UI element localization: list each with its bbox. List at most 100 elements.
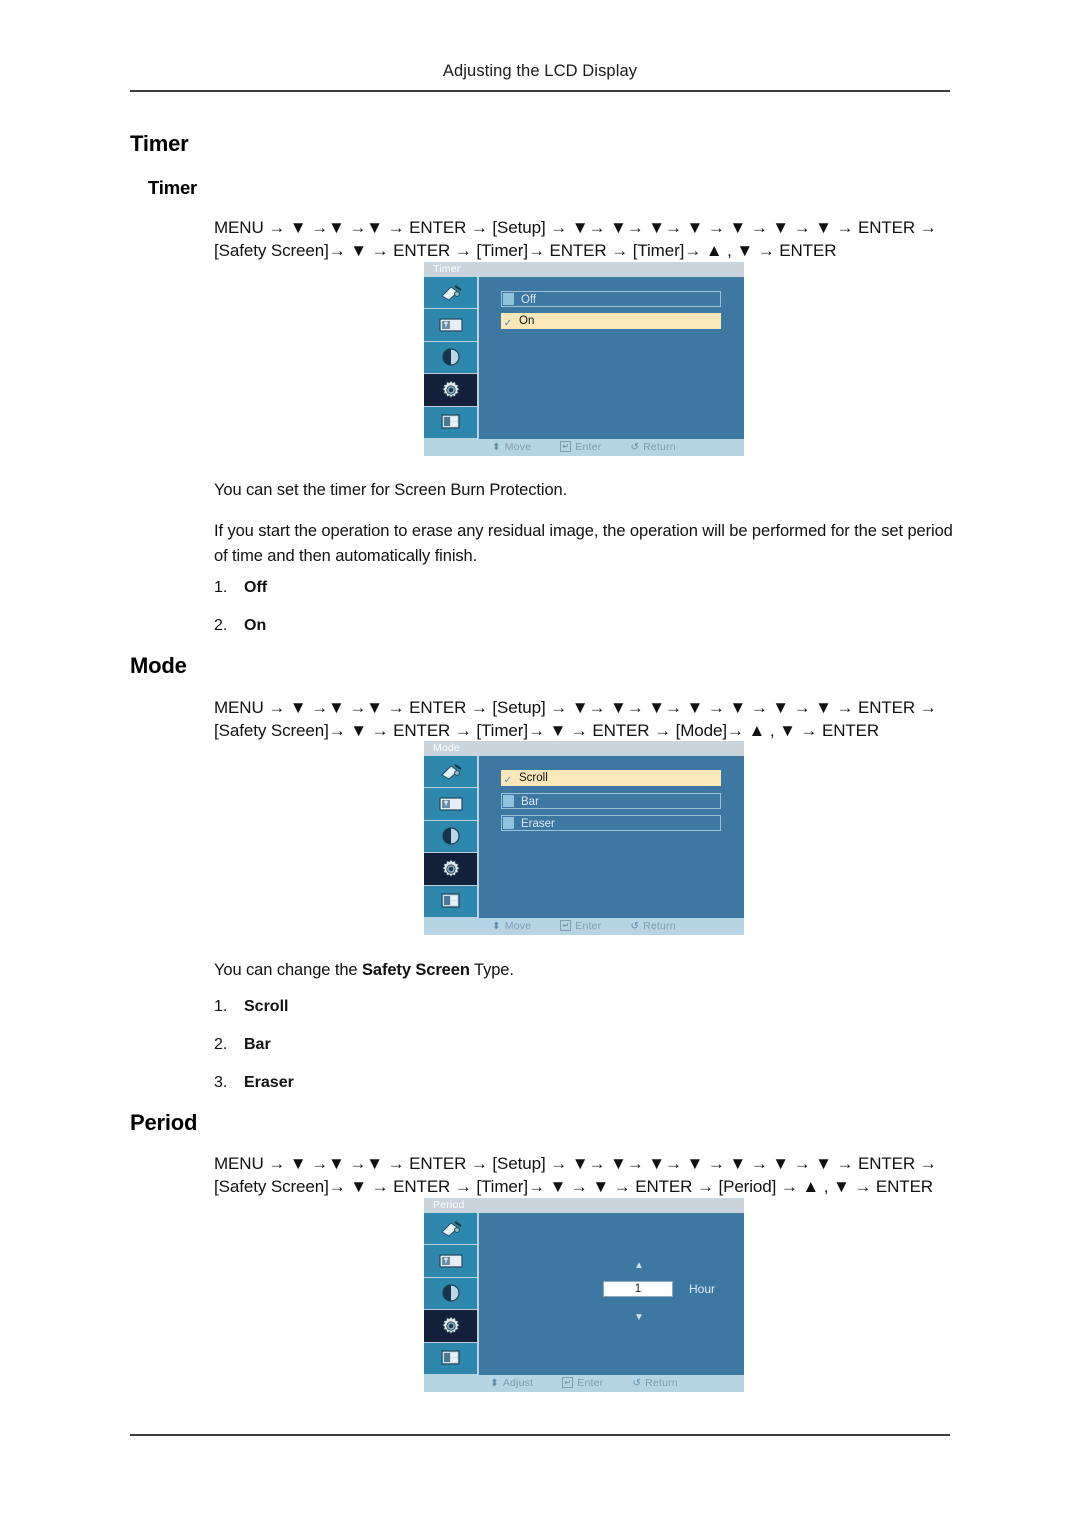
osd-footer-move: ⬍ Move	[492, 918, 531, 935]
nav-path-line-2: [Safety Screen]→ ▼ → ENTER → [Timer]→ ▼ …	[214, 1177, 933, 1196]
osd-footer: ⬍ Move ↵ Enter ↺ Return	[424, 439, 744, 456]
paragraph-bold-term: Safety Screen	[361, 961, 470, 979]
option-list-timer: 1. Off 2. On	[214, 578, 614, 654]
paragraph-timer-1: You can set the timer for Screen Burn Pr…	[214, 481, 568, 499]
osd-body: ✓ Scroll Bar Eraser	[481, 756, 744, 918]
picture-icon[interactable]	[424, 309, 477, 342]
move-arrows-icon: ⬍	[492, 921, 501, 932]
nav-path-line-2: [Safety Screen]→ ▼ → ENTER → [Timer]→ EN…	[214, 241, 837, 260]
picture-icon[interactable]	[424, 1245, 477, 1278]
osd-footer-label: Enter	[577, 1377, 604, 1389]
list-item-number: 2.	[214, 617, 228, 634]
return-icon: ↺	[630, 442, 640, 453]
enter-key-icon: ↵	[562, 1377, 574, 1388]
picture-icon[interactable]	[424, 788, 477, 821]
move-arrows-icon: ⬍	[492, 442, 501, 453]
osd-option-label: Scroll	[519, 772, 548, 784]
list-item: 3. Eraser	[214, 1073, 614, 1092]
list-item-number: 3.	[214, 1074, 228, 1091]
multi-control-icon[interactable]	[424, 885, 477, 918]
multi-control-icon[interactable]	[424, 406, 477, 439]
nav-path-line-1: MENU → ▼ →▼ →▼ → ENTER → [Setup] → ▼→ ▼→…	[214, 218, 937, 237]
osd-footer: ⬍ Adjust ↵ Enter ↺ Return	[424, 1375, 744, 1392]
list-item-label: Scroll	[244, 998, 289, 1015]
osd-option-bar[interactable]: Bar	[501, 793, 721, 809]
list-item-number: 1.	[214, 998, 228, 1015]
osd-mode: Mode ✓ Scroll Bar Eraser ⬍ Move ↵ Enter …	[424, 741, 744, 935]
osd-footer-label: Return	[643, 920, 676, 932]
page-title-timer: Timer	[130, 131, 189, 156]
list-item: 2. Bar	[214, 1035, 614, 1054]
osd-footer-label: Return	[645, 1377, 678, 1389]
osd-footer-label: Return	[643, 441, 676, 453]
input-source-icon[interactable]	[424, 756, 477, 789]
input-source-icon[interactable]	[424, 1213, 477, 1246]
osd-footer-label: Enter	[575, 441, 602, 453]
list-item-number: 1.	[214, 579, 228, 596]
nav-path-timer: MENU → ▼ →▼ →▼ → ENTER → [Setup] → ▼→ ▼→…	[214, 216, 974, 262]
document-page: Adjusting the LCD Display Timer Timer ME…	[0, 0, 1080, 1527]
setup-gear-icon[interactable]	[424, 853, 477, 886]
osd-option-label: Off	[521, 294, 537, 306]
osd-footer-move: ⬍ Move	[492, 439, 531, 456]
paragraph-text: You can change the	[214, 961, 362, 979]
list-item-label: Off	[244, 579, 268, 596]
sound-icon[interactable]	[424, 341, 477, 375]
osd-option-off[interactable]: Off	[501, 291, 721, 307]
spinner-down-arrow-icon[interactable]: ▼	[631, 1313, 647, 1323]
setup-gear-icon[interactable]	[424, 374, 477, 407]
list-item-label: Bar	[244, 1036, 271, 1053]
osd-title: Period	[424, 1198, 744, 1213]
list-item: 1. Off	[214, 578, 614, 597]
osd-footer-label: Move	[504, 441, 532, 453]
osd-sidebar	[424, 1213, 479, 1375]
paragraph-timer-2: If you start the operation to erase any …	[214, 522, 953, 565]
osd-footer-enter: ↵ Enter	[562, 1375, 603, 1392]
input-source-icon[interactable]	[424, 277, 477, 310]
osd-option-scroll[interactable]: ✓ Scroll	[501, 770, 721, 786]
spinner-up-arrow-icon[interactable]: ▲	[631, 1261, 647, 1271]
list-item: 2. On	[214, 616, 614, 635]
osd-footer-adjust: ⬍ Adjust	[490, 1375, 533, 1392]
sound-icon[interactable]	[424, 1277, 477, 1311]
sound-icon[interactable]	[424, 820, 477, 854]
osd-option-on[interactable]: ✓ On	[501, 313, 721, 329]
list-item-label: On	[244, 617, 267, 634]
osd-title: Timer	[424, 262, 744, 277]
paragraph-mode-1: You can change the Safety Screen Type.	[214, 958, 954, 983]
option-swatch-icon	[503, 817, 514, 829]
adjust-arrows-icon: ⬍	[490, 1378, 499, 1389]
osd-option-label: On	[519, 315, 535, 327]
spinner-unit-label: Hour	[689, 1282, 716, 1296]
osd-footer-return: ↺ Return	[631, 439, 676, 456]
nav-path-mode: MENU → ▼ →▼ →▼ → ENTER → [Setup] → ▼→ ▼→…	[214, 696, 974, 742]
osd-sidebar	[424, 277, 479, 439]
nav-path-line-1: MENU → ▼ →▼ →▼ → ENTER → [Setup] → ▼→ ▼→…	[214, 698, 937, 717]
check-icon: ✓	[503, 775, 513, 786]
osd-footer-label: Move	[504, 920, 532, 932]
period-spinner[interactable]: ▲ 1 Hour ▼	[593, 1261, 743, 1329]
option-swatch-icon	[503, 795, 514, 807]
osd-footer-label: Enter	[575, 920, 602, 932]
header-rule	[130, 90, 950, 92]
osd-option-label: Bar	[521, 796, 539, 808]
enter-key-icon: ↵	[560, 920, 572, 931]
osd-option-eraser[interactable]: Eraser	[501, 815, 721, 831]
osd-option-label: Eraser	[521, 818, 555, 830]
osd-period: Period ▲ 1 Hour ▼ ⬍ Adjust ↵ Enter ↺ Ret…	[424, 1198, 744, 1392]
osd-footer: ⬍ Move ↵ Enter ↺ Return	[424, 918, 744, 935]
return-icon: ↺	[630, 921, 640, 932]
osd-body: Off ✓ On	[481, 277, 744, 439]
page-title-mode: Mode	[130, 653, 187, 678]
check-icon: ✓	[503, 318, 513, 329]
multi-control-icon[interactable]	[424, 1342, 477, 1375]
running-header: Adjusting the LCD Display	[442, 62, 638, 80]
osd-sidebar	[424, 756, 479, 918]
option-list-mode: 1. Scroll 2. Bar 3. Eraser	[214, 997, 614, 1111]
spinner-value[interactable]: 1	[603, 1281, 673, 1297]
list-item-label: Eraser	[244, 1074, 294, 1091]
page-title-period: Period	[130, 1110, 198, 1135]
list-item: 1. Scroll	[214, 997, 614, 1016]
nav-path-line-2: [Safety Screen]→ ▼ → ENTER → [Timer]→ ▼ …	[214, 721, 880, 740]
setup-gear-icon[interactable]	[424, 1310, 477, 1343]
